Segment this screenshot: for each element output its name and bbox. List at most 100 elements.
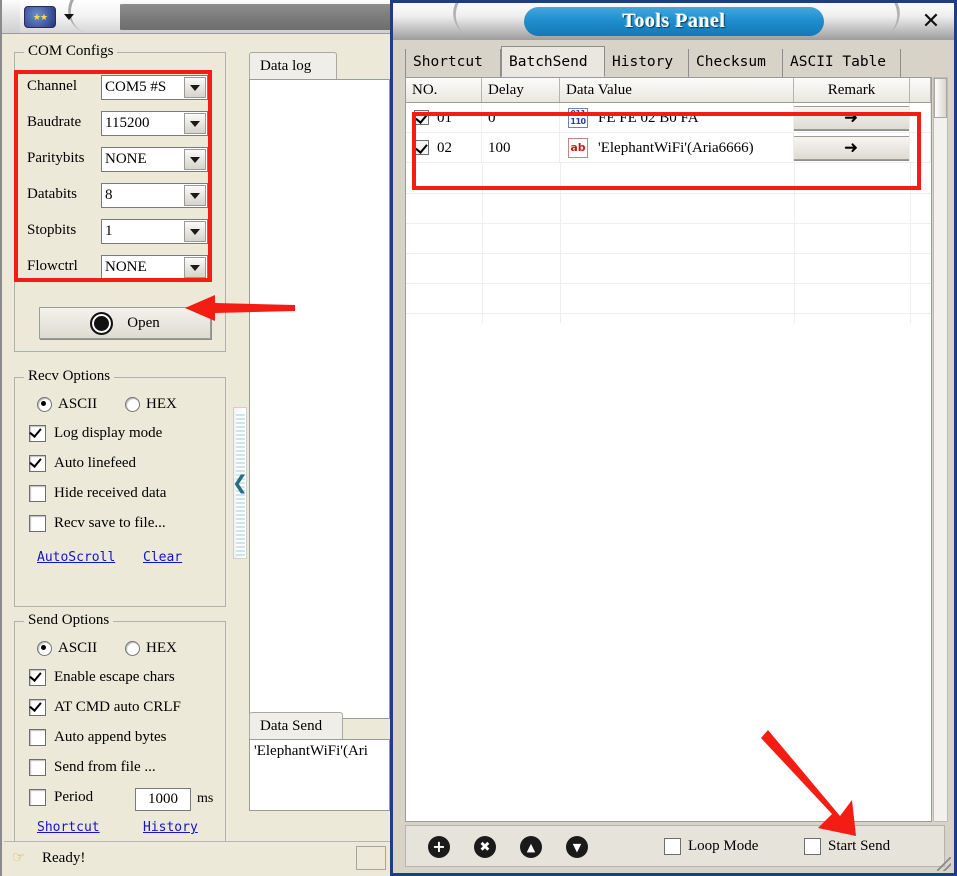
send-check-enable-escape-chars[interactable]: Enable escape chars [29,669,175,686]
recv-check-hide-received-data[interactable]: Hide received data [29,485,166,502]
clear-link[interactable]: Clear [143,550,182,565]
tab-history[interactable]: History [605,49,689,77]
tab-data-log[interactable]: Data log [249,52,337,79]
flowctrl-combo[interactable]: NONE [101,255,208,280]
move-down-button[interactable]: ▼ [566,836,588,858]
tools-panel-window: Tools Panel ✕ Shortcut BatchSend History… [390,0,957,876]
app-logo-icon: ★★ [24,6,56,28]
column-header-delay[interactable]: Delay [482,78,560,102]
chevron-down-icon[interactable] [184,77,206,98]
databits-combo[interactable]: 8 [101,183,208,208]
cell-remark[interactable]: ➜ [794,133,910,163]
baudrate-combo[interactable]: 115200 [101,111,208,136]
loop-mode-checkbox[interactable]: Loop Mode [664,838,758,855]
table-row[interactable]: 02 100 ab 'ElephantWiFi'(Aria6666) ➜ [406,133,931,163]
send-radio-ascii[interactable]: ASCII [37,640,97,657]
close-icon[interactable]: ✕ [920,11,942,33]
toolbar-band [110,4,392,30]
send-arrow-icon[interactable]: ➜ [794,106,909,130]
batchsend-toolbar: + ✖ ▲ ▼ Loop Mode Start Send [405,825,945,867]
add-row-button[interactable]: + [428,836,450,858]
send-arrow-icon[interactable]: ➜ [794,136,909,160]
table-row[interactable]: 01 0 011 110 FE FE 02 B0 FA ➜ [406,103,931,133]
checkbox-icon [29,515,46,532]
recv-check-log-display-mode[interactable]: Log display mode [29,425,162,442]
send-check-period[interactable]: Period [29,789,93,806]
recv-options-group: Recv Options ASCII HEX Log display mode … [14,368,226,607]
chevron-left-icon[interactable]: ❮ [232,473,248,493]
baudrate-value: 115200 [105,115,150,131]
recv-check-auto-linefeed[interactable]: Auto linefeed [29,455,136,472]
ascii-data-icon: ab [568,138,588,158]
panel-splitter[interactable]: ❮ [232,407,248,559]
column-header-no[interactable]: NO. [406,78,482,102]
recv-check-2-label: Hide received data [54,485,167,501]
row-data-value: FE FE 02 B0 FA [598,110,699,126]
cell-data-value[interactable]: 011 110 FE FE 02 B0 FA [560,103,794,133]
chevron-down-icon[interactable] [184,257,206,278]
period-unit-label: ms [197,791,214,806]
row-checkbox-icon[interactable] [414,140,429,155]
hand-pointer-icon: ☞ [12,850,26,866]
history-link[interactable]: History [143,820,198,835]
paritybits-combo[interactable]: NONE [101,147,208,172]
recv-options-title: Recv Options [24,368,115,385]
open-button-label: Open [127,314,160,331]
delete-row-button[interactable]: ✖ [474,836,496,858]
batchsend-grid[interactable]: NO. Delay Data Value Remark 01 0 011 110 … [405,77,932,822]
shortcut-link[interactable]: Shortcut [37,820,100,835]
cell-no[interactable]: 01 [406,103,482,133]
send-radio-hex[interactable]: HEX [125,640,177,657]
column-header-datavalue[interactable]: Data Value [560,78,794,102]
statusbar: ☞ Ready! [4,841,390,874]
cell-no[interactable]: 02 [406,133,482,163]
start-send-checkbox[interactable]: Start Send [804,838,890,855]
stopbits-combo[interactable]: 1 [101,219,208,244]
chevron-down-icon[interactable] [184,221,206,242]
data-send-text: 'ElephantWiFi'(Ari [254,743,368,759]
column-header-remark[interactable]: Remark [794,78,910,102]
label-databits: Databits [27,186,77,202]
tab-checksum[interactable]: Checksum [689,49,783,77]
tab-shortcut[interactable]: Shortcut [405,49,501,77]
move-up-button[interactable]: ▲ [520,836,542,858]
cell-delay[interactable]: 100 [482,133,560,163]
send-options-title: Send Options [24,612,114,629]
send-check-4-label: Period [54,789,94,805]
tab-batchsend[interactable]: BatchSend [501,46,605,77]
send-check-1-label: AT CMD auto CRLF [54,699,181,715]
tab-data-send[interactable]: Data Send [249,712,343,739]
left-body: COM Configs Channel COM5 #S Baudrate 115… [4,33,390,853]
recv-check-save-to-file[interactable]: Recv save to file... [29,515,166,532]
titlebar-wave-left [433,3,523,40]
send-check-at-cmd-auto-crlf[interactable]: AT CMD auto CRLF [29,699,181,716]
cell-delay[interactable]: 0 [482,103,560,133]
autoscroll-link[interactable]: AutoScroll [37,550,115,565]
open-port-button[interactable]: Open [39,307,211,339]
row-checkbox-icon[interactable] [414,110,429,125]
send-check-auto-append-bytes[interactable]: Auto append bytes [29,729,166,746]
recv-radio-ascii[interactable]: ASCII [37,396,97,413]
scrollbar-thumb[interactable] [934,78,947,118]
channel-value: COM5 #S [105,79,167,95]
tab-ascii-table[interactable]: ASCII Table [783,49,901,77]
data-log-output[interactable] [249,79,390,719]
resize-grip[interactable] [937,857,951,871]
label-paritybits: Paritybits [27,150,85,166]
cell-data-value[interactable]: ab 'ElephantWiFi'(Aria6666) [560,133,794,163]
send-check-3-label: Send from file ... [54,759,156,775]
period-input[interactable]: 1000 [135,788,191,811]
grid-scrollbar[interactable] [933,77,948,822]
chevron-down-icon[interactable] [184,185,206,206]
recv-radio-hex[interactable]: HEX [125,396,177,413]
send-check-send-from-file[interactable]: Send from file ... [29,759,156,776]
chevron-down-icon[interactable] [184,113,206,134]
data-send-input[interactable]: 'ElephantWiFi'(Ari [249,739,390,811]
checkbox-icon [804,838,821,855]
chevron-down-icon[interactable] [184,149,206,170]
start-send-label: Start Send [828,838,891,854]
channel-combo[interactable]: COM5 #S [101,75,208,100]
send-radio-hex-label: HEX [146,640,177,656]
cell-remark[interactable]: ➜ [794,103,910,133]
caret-down-icon[interactable] [64,14,74,20]
